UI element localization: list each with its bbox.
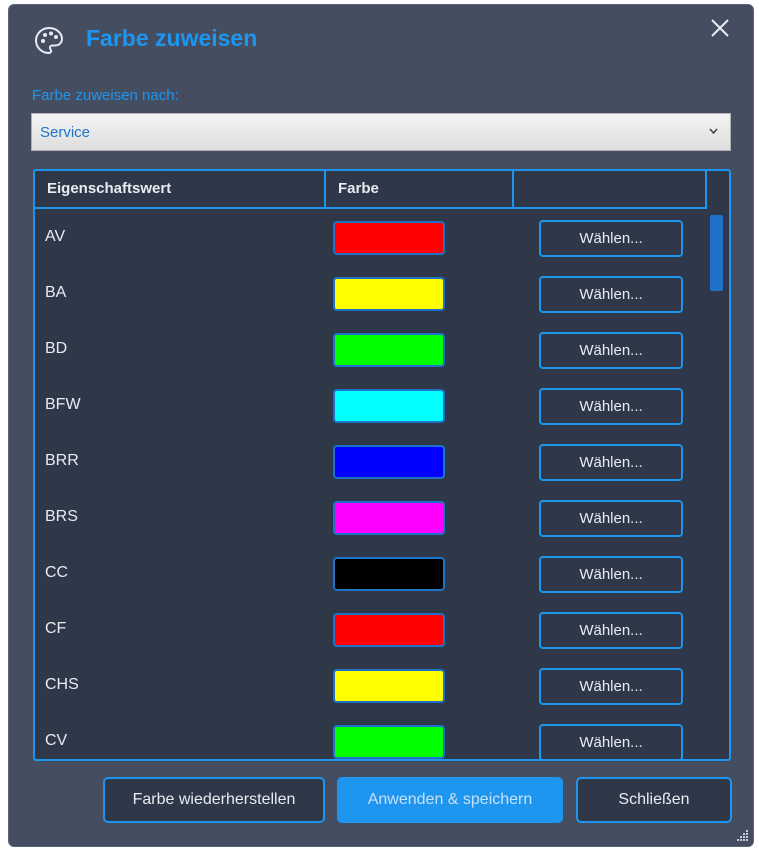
dialog-title: Farbe zuweisen bbox=[86, 25, 258, 51]
resize-grip-icon[interactable] bbox=[735, 828, 749, 842]
property-value: AV bbox=[45, 228, 66, 245]
table-row: BRR Wählen... bbox=[35, 435, 707, 491]
color-swatch[interactable] bbox=[333, 725, 445, 759]
header-property-value[interactable]: Eigenschaftswert bbox=[35, 171, 326, 207]
color-swatch[interactable] bbox=[333, 501, 445, 535]
property-value: CF bbox=[45, 620, 67, 637]
choose-color-button[interactable]: Wählen... bbox=[539, 556, 683, 593]
table-row: CF Wählen... bbox=[35, 603, 707, 659]
color-table: Eigenschaftswert Farbe AV Wählen... BA W… bbox=[33, 169, 731, 761]
choose-color-button[interactable]: Wählen... bbox=[539, 444, 683, 481]
table-row: CV Wählen... bbox=[35, 715, 707, 759]
scrollbar-thumb[interactable] bbox=[710, 215, 723, 291]
color-swatch[interactable] bbox=[333, 669, 445, 703]
color-swatch[interactable] bbox=[333, 445, 445, 479]
table-body: AV Wählen... BA Wählen... BD Wählen... B… bbox=[35, 211, 707, 759]
table-row: BRS Wählen... bbox=[35, 491, 707, 547]
table-row: BD Wählen... bbox=[35, 323, 707, 379]
property-value: BRR bbox=[45, 452, 79, 469]
choose-color-button[interactable]: Wählen... bbox=[539, 388, 683, 425]
choose-color-button[interactable]: Wählen... bbox=[539, 332, 683, 369]
close-button[interactable]: Schließen bbox=[576, 777, 732, 823]
choose-color-button[interactable]: Wählen... bbox=[539, 276, 683, 313]
table-scrollbar[interactable] bbox=[707, 211, 727, 759]
color-swatch[interactable] bbox=[333, 277, 445, 311]
table-row: AV Wählen... bbox=[35, 211, 707, 267]
property-value: CV bbox=[45, 732, 68, 749]
header-action bbox=[514, 171, 707, 207]
color-swatch[interactable] bbox=[333, 613, 445, 647]
chevron-down-icon bbox=[709, 128, 718, 134]
table-row: BA Wählen... bbox=[35, 267, 707, 323]
choose-color-button[interactable]: Wählen... bbox=[539, 612, 683, 649]
property-value: BD bbox=[45, 340, 68, 357]
choose-color-button[interactable]: Wählen... bbox=[539, 220, 683, 257]
property-value: BFW bbox=[45, 396, 81, 413]
table-row: BFW Wählen... bbox=[35, 379, 707, 435]
restore-color-button[interactable]: Farbe wiederherstellen bbox=[103, 777, 325, 823]
assign-color-dialog: Farbe zuweisen Farbe zuweisen nach: Serv… bbox=[8, 4, 754, 847]
property-value: CC bbox=[45, 564, 69, 581]
property-value: BRS bbox=[45, 508, 78, 525]
palette-icon bbox=[34, 26, 64, 55]
choose-color-button[interactable]: Wählen... bbox=[539, 724, 683, 759]
assign-by-select[interactable]: Service bbox=[31, 113, 731, 151]
table-row: CHS Wählen... bbox=[35, 659, 707, 715]
apply-save-button[interactable]: Anwenden & speichern bbox=[337, 777, 563, 823]
color-swatch[interactable] bbox=[333, 333, 445, 367]
property-value: CHS bbox=[45, 676, 79, 693]
table-header: Eigenschaftswert Farbe bbox=[35, 171, 707, 209]
choose-color-button[interactable]: Wählen... bbox=[539, 668, 683, 705]
close-icon[interactable] bbox=[709, 17, 731, 39]
color-swatch[interactable] bbox=[333, 221, 445, 255]
table-row: CC Wählen... bbox=[35, 547, 707, 603]
choose-color-button[interactable]: Wählen... bbox=[539, 500, 683, 537]
color-swatch[interactable] bbox=[333, 557, 445, 591]
header-color[interactable]: Farbe bbox=[326, 171, 514, 207]
assign-by-label: Farbe zuweisen nach: bbox=[32, 87, 179, 104]
color-swatch[interactable] bbox=[333, 389, 445, 423]
property-value: BA bbox=[45, 284, 67, 301]
assign-by-value: Service bbox=[40, 124, 91, 141]
